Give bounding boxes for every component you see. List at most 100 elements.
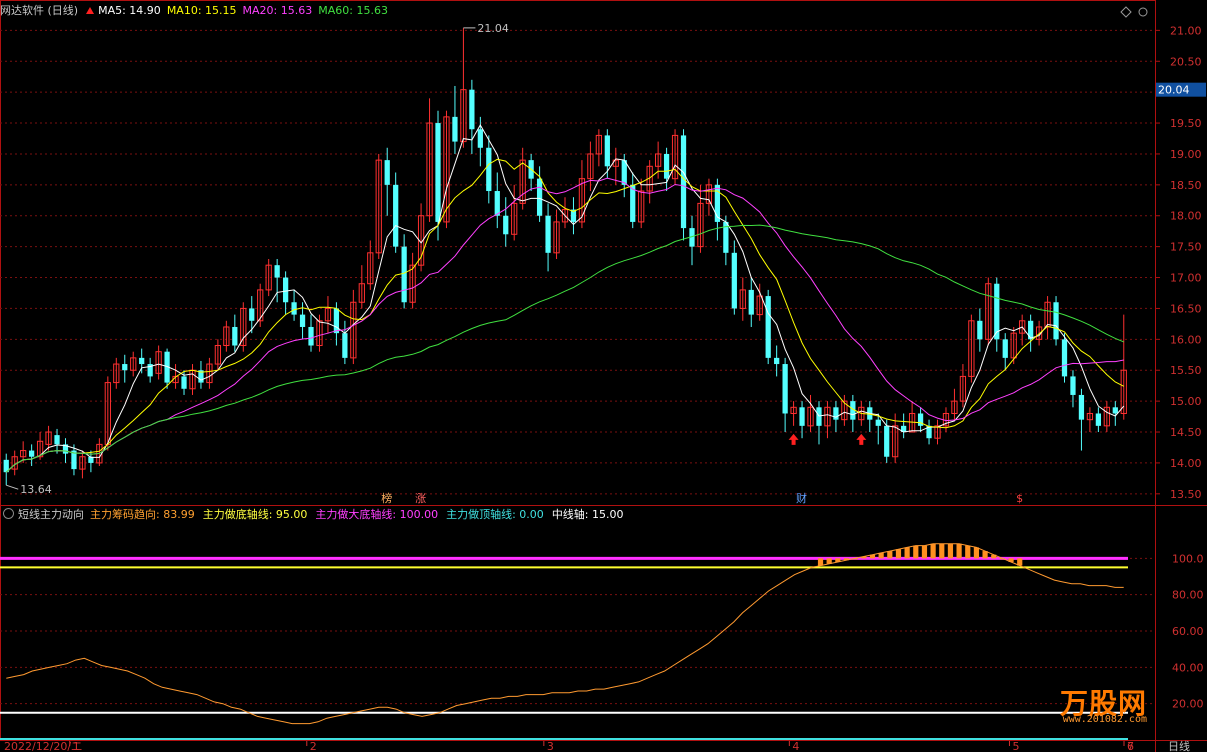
logo-url: www.201082.com	[1062, 714, 1147, 725]
indicator-axis-label: 60.00	[1172, 625, 1204, 638]
price-axis-label: 15.00	[1170, 395, 1202, 408]
ma-label: MA10: 15.15	[166, 4, 237, 17]
low-marker	[6, 484, 19, 490]
candle-body	[477, 129, 483, 148]
candle-body	[299, 314, 306, 327]
indicator-label: 中线轴: 15.00	[551, 508, 624, 521]
price-axis-label: 15.50	[1170, 364, 1202, 377]
up-arrow-icon	[86, 7, 95, 14]
indicator-bar	[921, 545, 928, 559]
ma60-line	[5, 224, 1124, 473]
candle-body	[1061, 339, 1068, 377]
ma-label: MA60: 15.63	[318, 4, 388, 17]
stock-chart[interactable]: 21.00 20.50 20.00 19.50 19.00 18.50 18.00 17.50…	[0, 0, 1207, 752]
candle-body	[393, 184, 399, 247]
month-label: 1	[73, 740, 80, 752]
price-panel-header: 网达软件 (日线) MA5: 14.90 MA10: 15.15 MA20: 15.6…	[0, 2, 398, 20]
indicator-bar	[913, 545, 919, 559]
indicator-panel-header: 短线主力动向 主力筹码趋向: 83.99 主力做底轴线: 95.00 主力做大底轴线:…	[0, 506, 636, 524]
candle-body	[308, 326, 314, 346]
diamond-icon	[1120, 6, 1132, 18]
candle-body	[977, 320, 983, 340]
candle-body	[782, 364, 788, 414]
chart-frame	[0, 0, 1156, 741]
buy-arrow-icon	[856, 433, 867, 445]
indicator-label: 主力做底轴线: 95.00	[202, 508, 308, 521]
indicator-bar	[817, 558, 824, 566]
candle-body	[291, 302, 297, 315]
indicator-toggle-icon[interactable]	[3, 508, 14, 519]
indicator-label: 主力筹码趋向: 83.99	[90, 508, 195, 521]
price-axis-label: 14.50	[1170, 426, 1202, 439]
candle-body	[139, 357, 145, 365]
candle-body	[1078, 394, 1085, 420]
month-label: 3	[547, 740, 554, 752]
price-axis-label: 14.00	[1170, 457, 1202, 470]
candle-body	[232, 326, 238, 346]
candle-body	[884, 425, 890, 457]
indicator-name: 短线主力动向	[18, 508, 84, 521]
indicator-label: 主力做顶轴线: 0.00	[446, 508, 544, 521]
candle-body	[1002, 339, 1008, 358]
indicator-axis-label: 40.00	[1172, 661, 1204, 674]
candle-body	[29, 450, 35, 457]
circle-icon	[1138, 7, 1148, 17]
price-axis-label: 19.50	[1170, 117, 1202, 130]
candle-body	[54, 435, 60, 445]
candle-body	[663, 153, 670, 179]
ma-legend: MA5: 14.90 MA10: 15.15 MA20: 15.63 MA60: 15…	[98, 4, 394, 17]
indicator-label: 主力做大底轴线: 100.00	[315, 508, 439, 521]
candle-body	[401, 246, 407, 303]
price-axis-label: 16.50	[1170, 302, 1202, 315]
candle-body	[384, 160, 390, 185]
event-tag: 财	[796, 491, 807, 505]
month-label: 7	[1127, 740, 1134, 752]
indicator-bar	[930, 543, 936, 559]
candle-body	[452, 116, 458, 142]
candle-body	[181, 376, 187, 389]
indicator-legend: 主力筹码趋向: 83.99 主力做底轴线: 95.00 主力做大底轴线: 100.0…	[90, 508, 632, 521]
candle-body	[282, 277, 289, 303]
candle-body	[486, 147, 492, 192]
price-axis-label: 13.50	[1170, 488, 1202, 501]
candle-body	[1053, 302, 1059, 340]
candle-body	[469, 89, 475, 130]
candle-body	[249, 308, 255, 321]
price-axis-label: 20.50	[1170, 55, 1202, 68]
current-price-label: 20.04	[1158, 84, 1190, 97]
price-axis-label: 19.00	[1170, 148, 1202, 161]
logo: 万股网 www.201082.com	[987, 680, 1147, 725]
candle-body	[494, 191, 500, 216]
period-label: 日线	[1168, 739, 1190, 752]
candle-body	[274, 265, 280, 278]
candle-body	[1112, 407, 1118, 414]
price-axis-label: 18.00	[1170, 210, 1202, 223]
date-start-label: 2022/12/20/二	[4, 740, 82, 752]
candle-body	[816, 407, 822, 426]
price-axis-label: 18.50	[1170, 179, 1202, 192]
candle-body	[536, 178, 543, 216]
main-force-trend-line	[6, 543, 1124, 725]
ma-label: MA20: 15.63	[242, 4, 313, 17]
indicator-axis-label: 20.00	[1172, 698, 1204, 711]
event-tag: 榜	[381, 491, 392, 505]
indicator-axis-label: 100.0	[1172, 552, 1204, 565]
indicator-bar	[887, 551, 893, 559]
candle-body	[122, 364, 128, 371]
high-price-label: 21.04	[477, 22, 509, 35]
event-tag: 涨	[415, 492, 426, 505]
chart-title: 网达软件 (日线)	[0, 4, 79, 17]
month-label: 5	[1012, 740, 1019, 752]
candle-body	[1095, 413, 1101, 426]
month-label: 4	[792, 740, 799, 752]
candle-body	[333, 308, 340, 334]
ma-label: MA5: 14.90	[98, 4, 161, 17]
candle-body	[680, 135, 687, 229]
candle-body	[545, 215, 551, 253]
low-price-label: 13.64	[20, 483, 52, 496]
candle-body	[799, 407, 805, 426]
candle-body	[748, 289, 754, 315]
price-axis-label: 17.00	[1170, 272, 1202, 285]
buy-arrow-icon	[788, 433, 799, 445]
candle-body	[731, 252, 737, 309]
